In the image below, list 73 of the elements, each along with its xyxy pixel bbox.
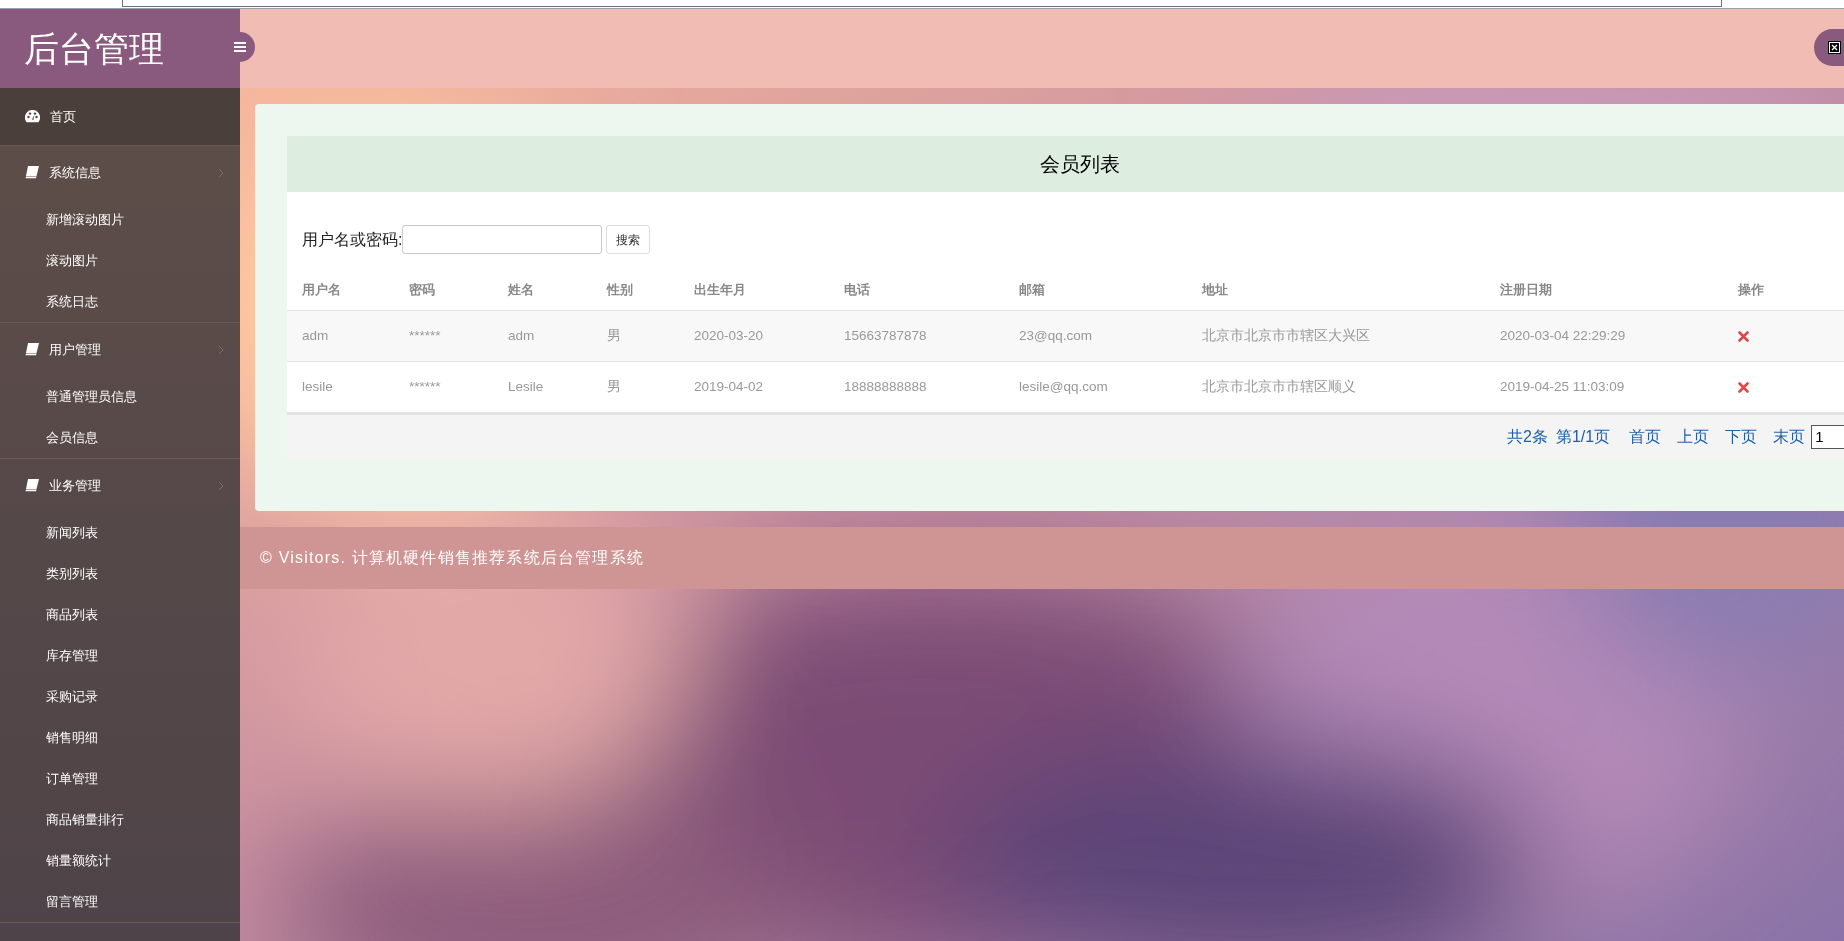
table-cell-text: lesile [302,377,334,396]
menu-icon [234,42,246,52]
pagination-link[interactable]: 末页 [1773,425,1806,449]
sidebar-subitem[interactable]: 系统日志 [46,291,98,312]
sidebar-item[interactable]: 首页 [0,88,240,146]
sidebar-group[interactable]: 用户管理 [0,323,240,376]
column-header: 操作 [1738,280,1765,299]
sidebar-subitem[interactable]: 留言管理 [46,891,98,912]
sidebar-subitem[interactable]: 滚动图片 [46,250,98,271]
column-header: 出生年月 [694,280,747,299]
sidebar-subitem[interactable]: 订单管理 [46,768,98,789]
book-icon [25,343,39,356]
chevron-right-icon [218,344,224,355]
table-cell-text: adm [302,326,330,345]
pagination-link[interactable]: 下页 [1725,425,1758,449]
pagination-link[interactable]: 上页 [1677,425,1710,449]
column-header: 密码 [409,280,436,299]
table-cell-text: 2019-04-02 [694,377,765,396]
table-cell-text: 男 [607,377,622,396]
sidebar-subitem[interactable]: 类别列表 [46,563,98,584]
table-cell-text: 15663787878 [844,326,928,345]
chevron-right-icon [218,480,224,491]
table-cell-text: 北京市北京市市辖区大兴区 [1202,326,1371,345]
sidebar-subitem[interactable]: 新增滚动图片 [46,209,124,230]
footer-text: © Visitors. 计算机硬件销售推荐系统后台管理系统 [260,548,645,568]
table-cell-text: Lesile [508,377,545,396]
table-cell-text: adm [508,326,536,345]
table-cell-text: ****** [409,326,442,345]
column-header: 用户名 [302,280,342,299]
table-cell-text: 2020-03-20 [694,326,765,345]
table-cell-text: lesile@qq.com [1019,377,1109,396]
table-cell-text: ****** [409,377,442,396]
delete-icon[interactable] [1738,381,1749,393]
app-title: 后台管理 [24,31,164,66]
table-cell-text: 2019-04-25 11:03:09 [1500,377,1626,396]
close-icon [1828,41,1841,54]
delete-icon[interactable] [1738,330,1749,342]
sidebar-subitem[interactable]: 会员信息 [46,427,98,448]
sidebar-subitem[interactable]: 普通管理员信息 [46,386,137,407]
column-header: 姓名 [508,280,535,299]
panel-title: 会员列表 [1040,152,1120,177]
column-header: 地址 [1202,280,1229,299]
pagination-info: 共2条 [1507,427,1548,447]
sidebar-subitem[interactable]: 销量额统计 [46,850,111,871]
pagination-info: 第1/1页 [1555,427,1611,447]
dashboard-icon [25,110,40,123]
column-header: 邮箱 [1019,280,1046,299]
sidebar-group[interactable]: 系统信息 [0,146,240,199]
table-cell-text: 23@qq.com [1019,326,1093,345]
sidebar-group[interactable]: 业务管理 [0,459,240,512]
book-icon [25,479,39,492]
search-button[interactable]: 搜索 [606,225,651,254]
table-cell-text: 2020-03-04 22:29:29 [1500,326,1627,345]
address-bar[interactable] [122,0,1722,7]
pagination-link[interactable]: 首页 [1629,425,1662,449]
book-icon [25,166,39,179]
page-select[interactable]: 1 [1811,425,1844,449]
fullscreen-button[interactable] [1814,29,1844,66]
column-header: 注册日期 [1500,280,1553,299]
chevron-right-icon [218,167,224,178]
sidebar-subitem[interactable]: 采购记录 [46,686,98,707]
table-cell-text: 北京市北京市市辖区顺义 [1202,377,1357,396]
sidebar-subitem[interactable]: 销售明细 [46,727,98,748]
search-field[interactable] [402,225,603,254]
sidebar-subitem[interactable]: 库存管理 [46,645,98,666]
sidebar-subitem[interactable]: 商品列表 [46,604,98,625]
column-header: 电话 [844,280,871,299]
table-cell-text: 男 [607,326,622,345]
sidebar-subitem[interactable]: 商品销量排行 [46,809,124,830]
table-cell-text: 18888888888 [844,377,928,396]
sidebar-subitem[interactable]: 新闻列表 [46,522,98,543]
search-label: 用户名或密码: [302,229,403,250]
column-header: 性别 [607,280,634,299]
